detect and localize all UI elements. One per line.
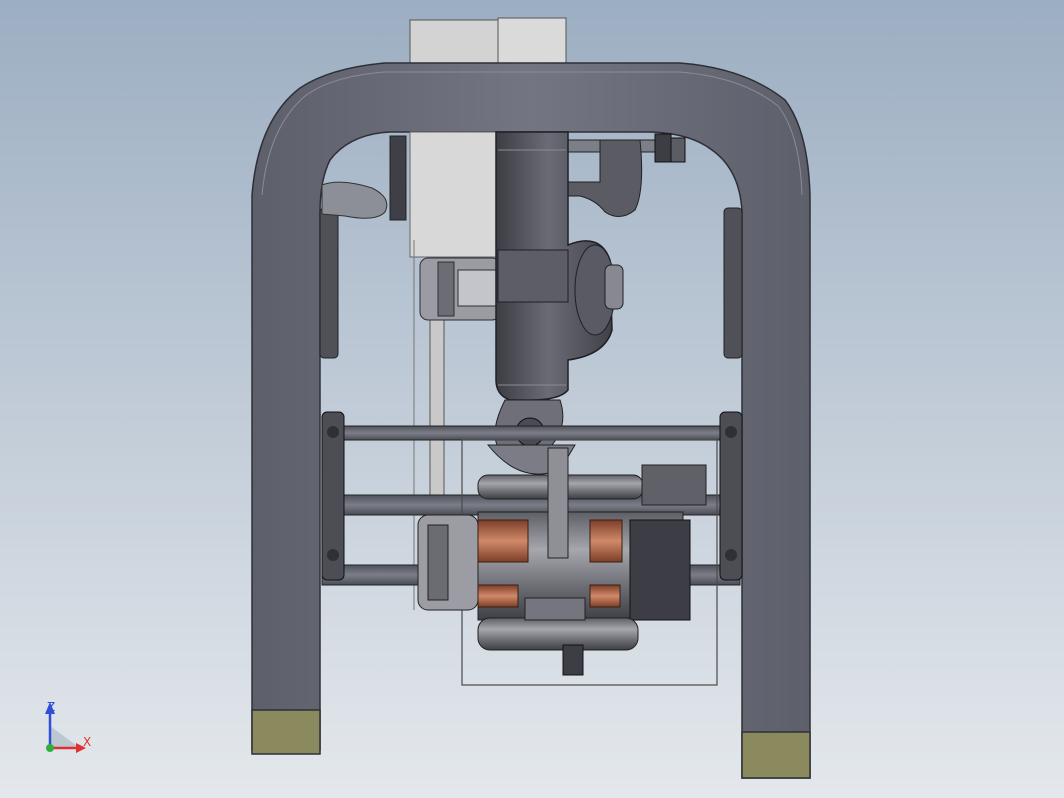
triad-origin: [46, 744, 54, 752]
winding-left: [477, 519, 529, 563]
guard-panel: [409, 131, 501, 258]
model-view[interactable]: Z X: [0, 0, 1064, 798]
cad-viewport[interactable]: Z X: [0, 0, 1064, 798]
x-axis-label: X: [83, 735, 91, 749]
lower-pulley: [417, 514, 479, 611]
winding-right: [589, 519, 623, 563]
left-foot: [251, 709, 321, 755]
upper-pulley: [419, 257, 501, 321]
z-axis-label: Z: [47, 700, 55, 714]
top-panel: [409, 17, 567, 69]
right-foot: [741, 731, 811, 779]
